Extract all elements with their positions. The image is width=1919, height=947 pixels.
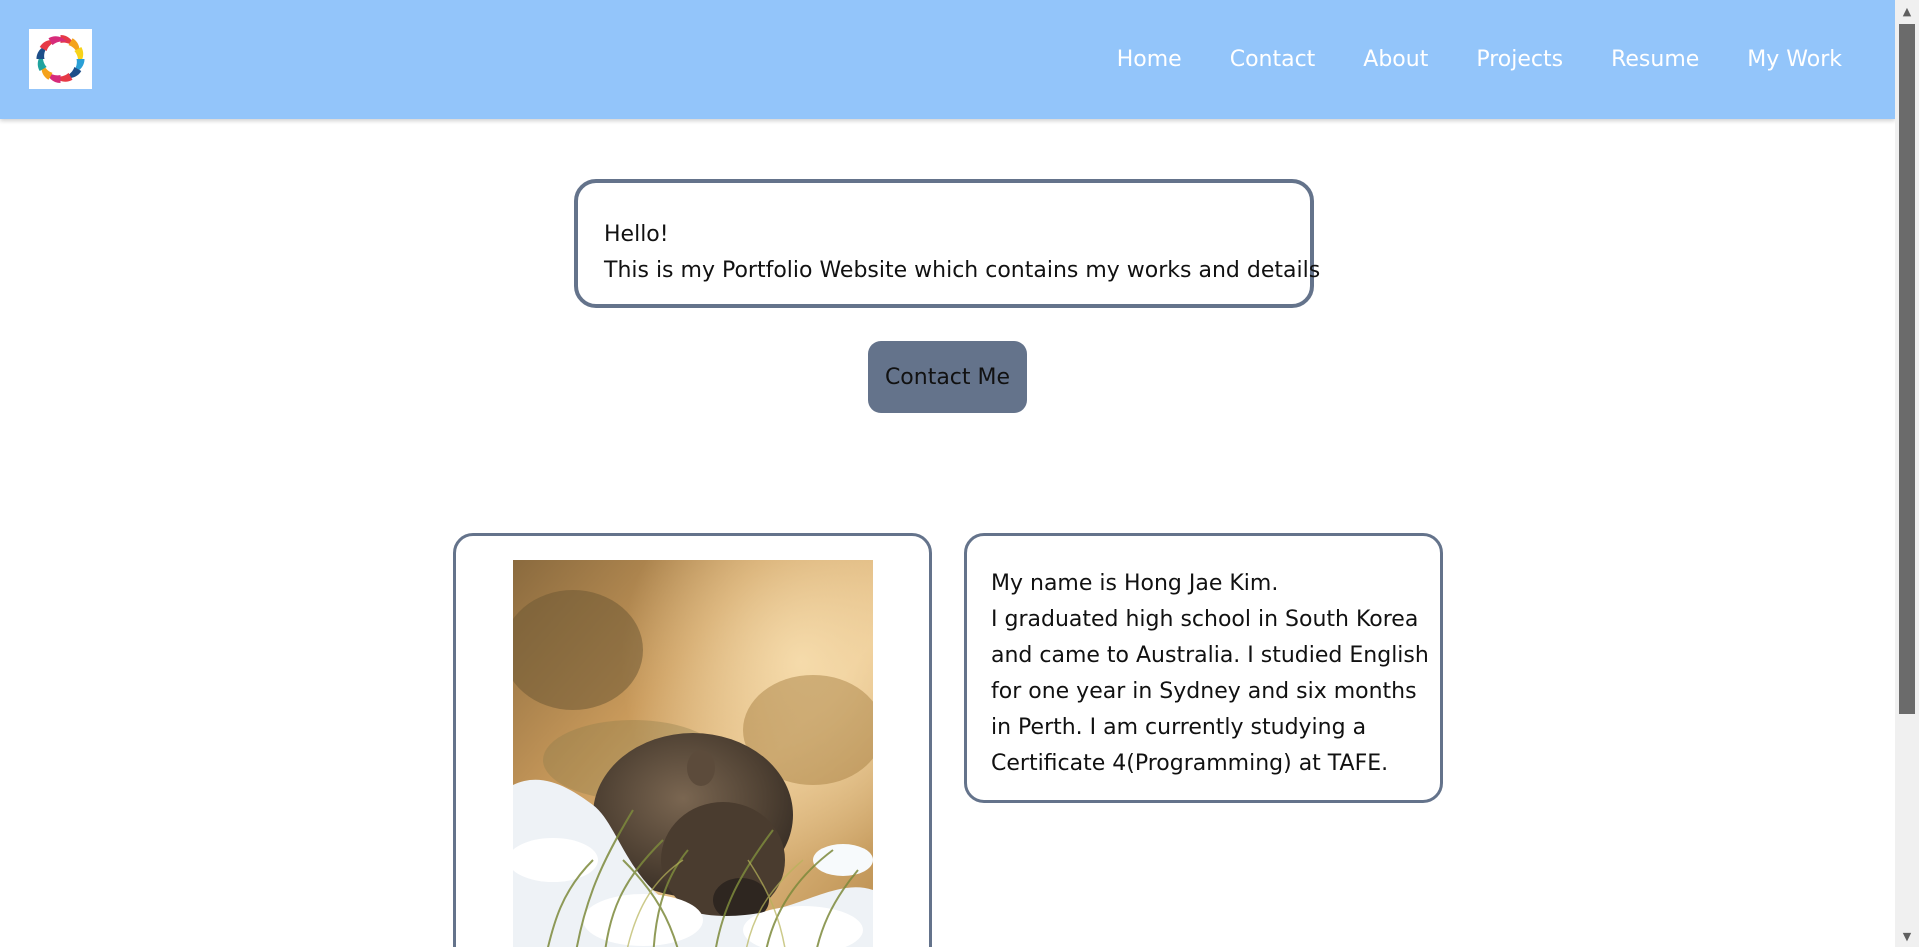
page: Home Contact About Projects Resume My Wo… [0, 0, 1919, 947]
greeting-description: This is my Portfolio Website which conta… [604, 258, 1321, 283]
about-line: I graduated high school in South Korea [991, 607, 1419, 632]
about-line: in Perth. I am currently studying a [991, 715, 1367, 740]
contact-me-button[interactable]: Contact Me [868, 341, 1027, 413]
nav-resume[interactable]: Resume [1611, 47, 1699, 72]
nav-projects[interactable]: Projects [1476, 47, 1563, 72]
greeting-box: Hello! This is my Portfolio Website whic… [574, 179, 1321, 308]
nav-home[interactable]: Home [1117, 47, 1182, 72]
scrollbar-thumb[interactable] [1899, 24, 1915, 714]
greeting-line: Hello! [604, 222, 669, 247]
about-line: and came to Australia. I studied English [991, 643, 1429, 668]
wombat-photo [513, 560, 873, 947]
viewport: Home Contact About Projects Resume My Wo… [0, 0, 1895, 947]
arrow-up-icon[interactable]: ▲ [1895, 0, 1919, 22]
main-nav: Home Contact About Projects Resume My Wo… [1117, 0, 1842, 119]
nav-about[interactable]: About [1363, 47, 1428, 72]
logo-icon[interactable] [29, 29, 92, 89]
nav-contact[interactable]: Contact [1230, 47, 1316, 72]
about-card: My name is Hong Jae Kim. I graduated hig… [964, 533, 1443, 803]
arrow-down-icon[interactable]: ▼ [1895, 925, 1919, 947]
about-line: Certificate 4(Programming) at TAFE. [991, 751, 1389, 776]
site-header: Home Contact About Projects Resume My Wo… [0, 0, 1895, 119]
about-line: My name is Hong Jae Kim. [991, 571, 1279, 596]
vertical-scrollbar[interactable]: ▲ ▼ [1895, 0, 1919, 947]
swirl-logo-icon [36, 35, 85, 83]
about-line: for one year in Sydney and six months [991, 679, 1417, 704]
photo-card [453, 533, 932, 947]
nav-my-work[interactable]: My Work [1747, 47, 1842, 72]
